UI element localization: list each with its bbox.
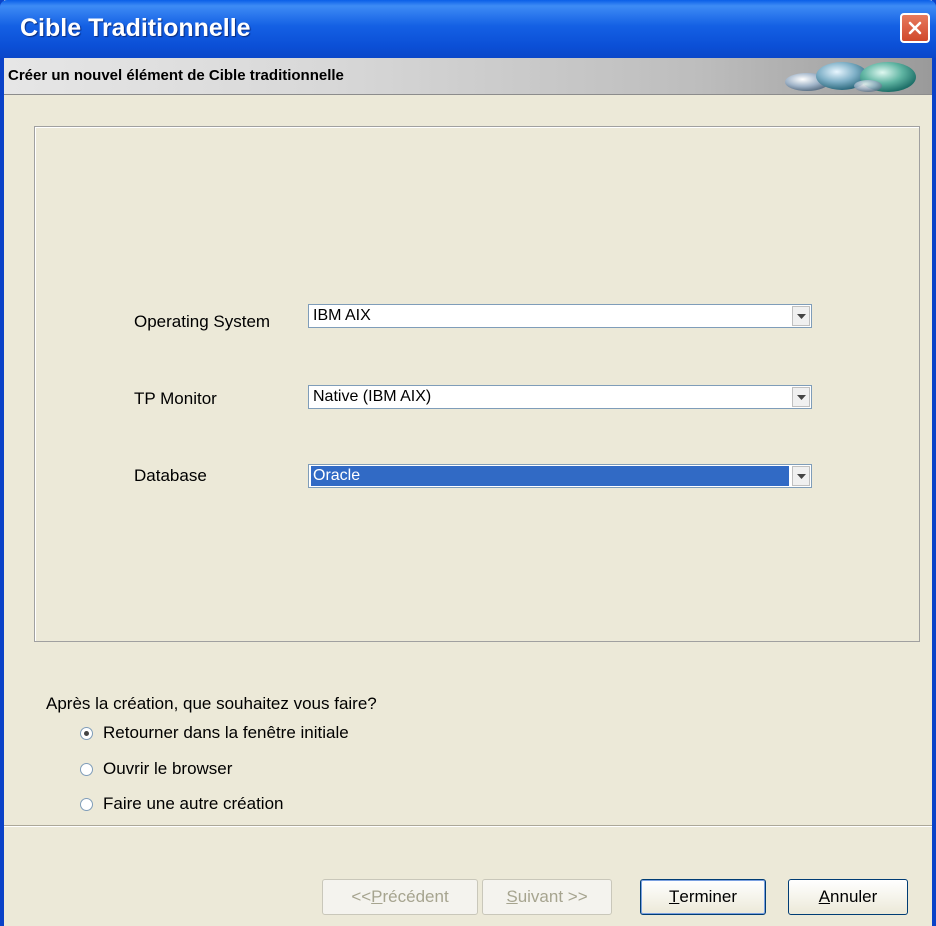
finish-rest: erminer	[679, 887, 737, 906]
previous-button[interactable]: << Précédent	[322, 879, 478, 915]
operating-system-value: IBM AIX	[313, 307, 371, 324]
operating-system-dropdown[interactable]: IBM AIX	[308, 304, 812, 328]
dropdown-arrow-button[interactable]	[792, 387, 810, 407]
radio-label: Faire une autre création	[103, 794, 284, 813]
chevron-down-icon	[796, 313, 806, 319]
divider	[4, 825, 932, 827]
tp-monitor-label: TP Monitor	[134, 389, 217, 408]
previous-mnemonic: P	[371, 887, 383, 906]
radio-open-browser[interactable]: Ouvrir le browser	[80, 759, 232, 779]
database-value: Oracle	[311, 466, 789, 486]
radio-label: Ouvrir le browser	[103, 759, 233, 778]
next-mnemonic: S	[506, 887, 518, 906]
database-label: Database	[134, 466, 207, 485]
chevron-down-icon	[796, 394, 806, 400]
finish-mnemonic: T	[668, 887, 680, 906]
dropdown-arrow-button[interactable]	[792, 466, 810, 486]
operating-system-label: Operating System	[134, 312, 271, 331]
dropdown-arrow-button[interactable]	[792, 306, 810, 326]
cancel-mnemonic: A	[818, 887, 831, 906]
radio-label: Retourner dans la fenêtre initiale	[103, 723, 349, 742]
radio-return-initial[interactable]: Retourner dans la fenêtre initiale	[80, 723, 349, 743]
tp-monitor-value: Native (IBM AIX)	[313, 388, 432, 405]
radio-button[interactable]	[80, 726, 93, 740]
close-button[interactable]	[900, 13, 930, 43]
after-creation-question: Après la création, que souhaitez vous fa…	[46, 694, 377, 713]
header-title: Créer un nouvel élément de Cible traditi…	[8, 67, 344, 84]
window-title: Cible Traditionnelle	[20, 14, 251, 42]
finish-button[interactable]: Terminer	[640, 879, 766, 915]
previous-prefix: <<	[351, 887, 372, 906]
tp-monitor-dropdown[interactable]: Native (IBM AIX)	[308, 385, 812, 409]
dialog-window: Cible Traditionnelle Créer un nouvel élé…	[0, 0, 936, 926]
settings-panel	[34, 126, 920, 642]
radio-button[interactable]	[80, 797, 93, 811]
cancel-button[interactable]: Annuler	[788, 879, 908, 915]
decorative-spheres-icon	[785, 62, 916, 92]
title-bar[interactable]: Cible Traditionnelle	[0, 0, 936, 58]
chevron-down-icon	[796, 473, 806, 479]
close-icon	[908, 21, 922, 35]
cancel-rest: nnuler	[830, 887, 878, 906]
next-rest: uivant >>	[517, 887, 588, 906]
next-button[interactable]: Suivant >>	[482, 879, 612, 915]
previous-rest: récédent	[382, 887, 449, 906]
radio-another-creation[interactable]: Faire une autre création	[80, 794, 284, 814]
database-dropdown[interactable]: Oracle	[308, 464, 812, 488]
wizard-header: Créer un nouvel élément de Cible traditi…	[4, 58, 932, 95]
radio-button[interactable]	[80, 762, 93, 776]
